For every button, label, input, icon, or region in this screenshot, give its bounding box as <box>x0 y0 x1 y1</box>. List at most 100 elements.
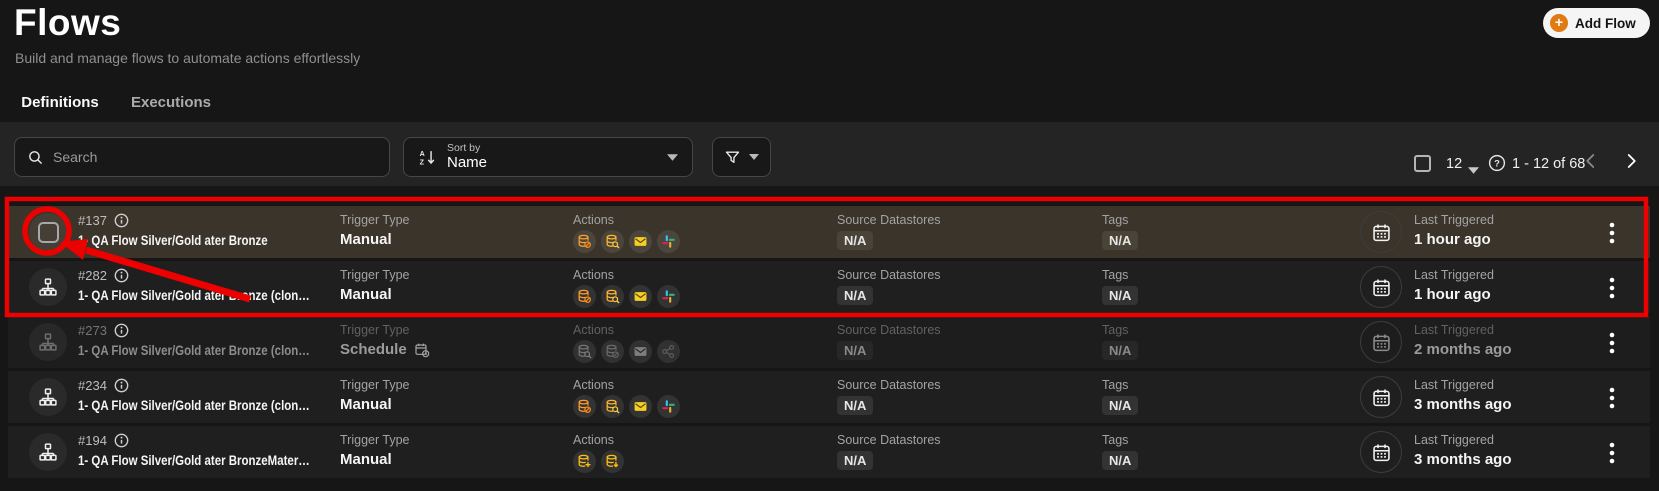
database-block-icon[interactable] <box>573 230 596 253</box>
slack-icon[interactable] <box>657 395 680 418</box>
flow-name: 1- QA Flow Silver/Gold ater Bronze (clon… <box>78 287 310 303</box>
table-row[interactable]: #194 1- QA Flow Silver/Gold ater BronzeM… <box>8 426 1650 478</box>
database-block-icon[interactable] <box>573 285 596 308</box>
trigger-type-value: Manual <box>340 396 392 413</box>
flow-name: 1- QA Flow Silver/Gold ater Bronze <box>78 232 268 248</box>
trigger-type-label: Trigger Type <box>340 213 410 227</box>
trigger-type-label: Trigger Type <box>340 323 410 337</box>
tags-value: N/A <box>1102 231 1139 250</box>
flows-page: Flows Build and manage flows to automate… <box>0 0 1659 491</box>
source-datastores-value: N/A <box>837 286 874 305</box>
database-add-icon[interactable] <box>573 450 596 473</box>
flow-name: 1- QA Flow Silver/Gold ater BronzeMater… <box>78 452 310 468</box>
table-row[interactable]: #273 1- QA Flow Silver/Gold ater Bronze … <box>8 316 1650 368</box>
kebab-menu-icon[interactable] <box>1601 221 1623 245</box>
trigger-type-label: Trigger Type <box>340 433 410 447</box>
database-download-icon[interactable] <box>601 450 624 473</box>
calendar-icon <box>1360 376 1402 418</box>
trigger-type-label: Trigger Type <box>340 378 410 392</box>
checkbox-icon <box>37 221 59 243</box>
sort-az-icon: AZ <box>418 148 437 167</box>
svg-text:?: ? <box>1494 159 1500 170</box>
tags-value: N/A <box>1102 396 1139 415</box>
flow-type-icon <box>29 378 67 416</box>
last-triggered-label: Last Triggered <box>1414 268 1494 282</box>
last-triggered-value: 2 months ago <box>1414 341 1512 358</box>
source-datastores-label: Source Datastores <box>837 323 941 337</box>
calendar-icon <box>1360 321 1402 363</box>
info-icon[interactable] <box>114 213 129 228</box>
filter-dropdown[interactable] <box>712 137 771 177</box>
source-datastores-label: Source Datastores <box>837 433 941 447</box>
search-box[interactable] <box>14 137 390 177</box>
tags-label: Tags <box>1102 323 1129 337</box>
database-search-icon[interactable] <box>601 285 624 308</box>
trigger-type-value: Manual <box>340 286 392 303</box>
mail-icon[interactable] <box>629 340 652 363</box>
source-datastores-value: N/A <box>837 231 874 250</box>
kebab-menu-icon[interactable] <box>1601 331 1623 355</box>
actions-label: Actions <box>573 323 614 337</box>
tags-value: N/A <box>1102 341 1139 360</box>
kebab-menu-icon[interactable] <box>1601 276 1623 300</box>
page-size-chevron-down-icon[interactable] <box>1468 161 1479 179</box>
database-search-icon[interactable] <box>601 395 624 418</box>
table-row[interactable]: #282 1- QA Flow Silver/Gold ater Bronze … <box>8 261 1650 313</box>
last-triggered-value: 3 months ago <box>1414 396 1512 413</box>
info-icon[interactable] <box>114 433 129 448</box>
source-datastores-label: Source Datastores <box>837 213 941 227</box>
last-triggered-label: Last Triggered <box>1414 378 1494 392</box>
page-size-value[interactable]: 12 <box>1446 156 1462 172</box>
database-search-icon[interactable] <box>601 230 624 253</box>
svg-text:Z: Z <box>420 158 425 166</box>
database-block-icon[interactable] <box>573 395 596 418</box>
flow-type-icon <box>29 433 67 471</box>
flow-id: #234 <box>78 378 107 393</box>
actions-label: Actions <box>573 268 614 282</box>
slack-icon[interactable] <box>657 285 680 308</box>
info-icon[interactable] <box>114 378 129 393</box>
database-block-icon[interactable] <box>601 340 624 363</box>
last-triggered-label: Last Triggered <box>1414 213 1494 227</box>
last-triggered-value: 3 months ago <box>1414 451 1512 468</box>
search-input[interactable] <box>53 149 377 165</box>
mail-icon[interactable] <box>629 230 652 253</box>
last-triggered-label: Last Triggered <box>1414 323 1494 337</box>
table-row[interactable]: #234 1- QA Flow Silver/Gold ater Bronze … <box>8 371 1650 423</box>
share-icon[interactable] <box>657 340 680 363</box>
database-search-icon[interactable] <box>573 340 596 363</box>
row-select-checkbox[interactable] <box>29 213 67 251</box>
info-icon[interactable] <box>114 323 129 338</box>
flow-id: #137 <box>78 213 107 228</box>
last-triggered-label: Last Triggered <box>1414 433 1494 447</box>
flow-id: #282 <box>78 268 107 283</box>
trigger-type-label: Trigger Type <box>340 268 410 282</box>
tags-label: Tags <box>1102 433 1129 447</box>
info-icon[interactable] <box>114 268 129 283</box>
actions-label: Actions <box>573 213 614 227</box>
sort-dropdown[interactable]: AZ Sort by Name <box>403 137 693 177</box>
schedule-calendar-icon <box>414 342 430 358</box>
tags-value: N/A <box>1102 286 1139 305</box>
slack-icon[interactable] <box>657 230 680 253</box>
source-datastores-label: Source Datastores <box>837 268 941 282</box>
plus-icon: + <box>1550 14 1568 32</box>
kebab-menu-icon[interactable] <box>1601 441 1623 465</box>
pagination-range: 1 - 12 of 68 <box>1512 156 1586 172</box>
flow-id: #273 <box>78 323 107 338</box>
kebab-menu-icon[interactable] <box>1601 386 1623 410</box>
mail-icon[interactable] <box>629 285 652 308</box>
flow-id: #194 <box>78 433 107 448</box>
help-icon[interactable]: ? <box>1488 154 1506 177</box>
add-flow-button[interactable]: + Add Flow <box>1543 8 1650 38</box>
previous-page-chevron-icon[interactable] <box>1582 152 1600 175</box>
trigger-type-value: Manual <box>340 231 392 248</box>
source-datastores-value: N/A <box>837 451 874 470</box>
next-page-chevron-icon[interactable] <box>1622 152 1640 175</box>
search-icon <box>27 149 44 166</box>
calendar-icon <box>1360 211 1402 253</box>
select-all-checkbox[interactable] <box>1414 155 1431 172</box>
mail-icon[interactable] <box>629 395 652 418</box>
calendar-icon <box>1360 431 1402 473</box>
table-row[interactable]: #137 1- QA Flow Silver/Gold ater Bronze … <box>8 206 1650 258</box>
